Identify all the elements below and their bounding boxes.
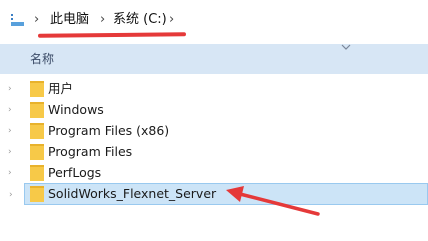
folder-name: Program Files (48, 144, 133, 159)
list-item[interactable]: › 用户 (8, 78, 428, 100)
folder-icon (30, 81, 44, 97)
annotation-underline (37, 32, 187, 38)
expand-icon[interactable]: › (8, 83, 12, 95)
annotation-arrow-icon (226, 186, 320, 216)
folder-icon (30, 123, 44, 139)
drive-icon (11, 14, 25, 26)
expand-icon[interactable]: › (8, 104, 12, 116)
folder-name: Windows (48, 102, 104, 117)
folder-name: Program Files (x86) (48, 123, 170, 138)
folder-icon (30, 144, 44, 160)
breadcrumb-system-c[interactable]: 系统 (C:) (113, 11, 167, 29)
breadcrumb-separator-icon[interactable]: › (100, 11, 105, 29)
expand-icon[interactable]: › (8, 125, 12, 137)
folder-icon (30, 165, 44, 181)
column-header-name[interactable]: 名称 (30, 52, 54, 66)
folder-icon (30, 102, 44, 118)
folder-name: PerfLogs (48, 165, 102, 180)
breadcrumb-separator-icon[interactable]: › (34, 11, 39, 29)
folder-icon (30, 186, 44, 202)
breadcrumb-separator-icon[interactable]: › (169, 11, 174, 29)
list-item[interactable]: › Program Files (8, 141, 428, 163)
list-item[interactable]: › Windows (8, 99, 428, 121)
sort-chevron-icon[interactable] (341, 44, 351, 51)
address-bar[interactable]: › 此电脑 › 系统 (C:) › (0, 0, 428, 40)
expand-icon[interactable]: › (9, 189, 13, 201)
expand-icon[interactable]: › (8, 167, 12, 179)
folder-name: 用户 (48, 81, 74, 96)
expand-icon[interactable]: › (8, 146, 12, 158)
list-item[interactable]: › Program Files (x86) (8, 120, 428, 142)
breadcrumb-this-pc[interactable]: 此电脑 (50, 11, 89, 29)
folder-name: SolidWorks_Flexnet_Server (48, 186, 217, 201)
column-header: 名称 (0, 44, 428, 74)
